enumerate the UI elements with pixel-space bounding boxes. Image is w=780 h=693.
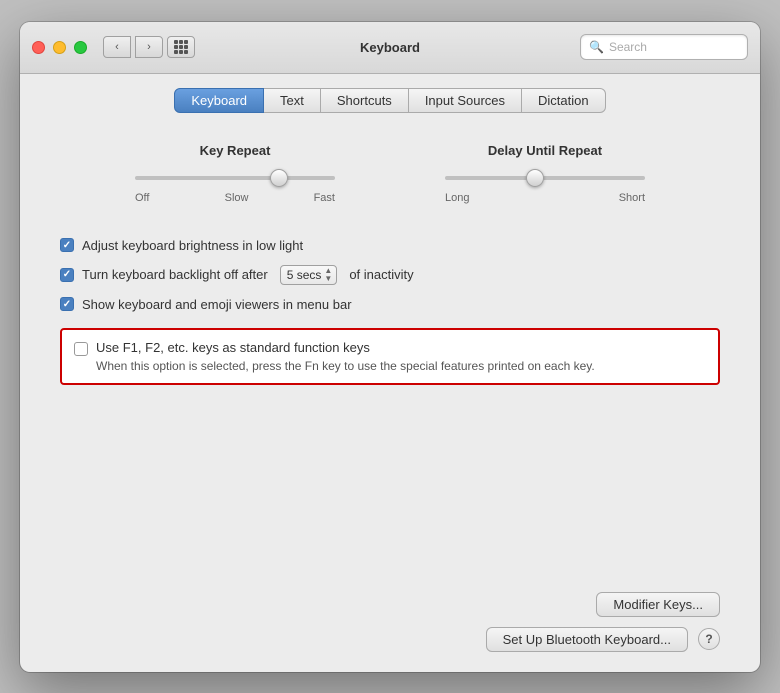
backlight-dropdown[interactable]: 5 secs ▲ ▼ [280,265,338,285]
fn-keys-row: Use F1, F2, etc. keys as standard functi… [74,340,706,373]
dropdown-arrows-icon: ▲ ▼ [324,267,332,283]
brightness-checkbox[interactable] [60,238,74,252]
checkboxes-section: Adjust keyboard brightness in low light … [60,238,720,312]
key-repeat-slider-container[interactable] [135,168,335,188]
close-button[interactable] [32,41,45,54]
key-repeat-max-label: Fast [314,192,335,204]
fn-keys-text: Use F1, F2, etc. keys as standard functi… [96,340,595,373]
backlight-row: Turn keyboard backlight off after 5 secs… [60,265,720,285]
maximize-button[interactable] [74,41,87,54]
delay-repeat-thumb[interactable] [526,169,544,187]
key-repeat-mid-label: Slow [225,192,249,204]
key-repeat-group: Key Repeat Off Slow Fast [135,143,335,204]
backlight-label-after: of inactivity [349,267,413,282]
fn-keys-description: When this option is selected, press the … [96,359,595,373]
help-button[interactable]: ? [698,628,720,650]
brightness-row: Adjust keyboard brightness in low light [60,238,720,253]
window-title: Keyboard [360,40,420,55]
grid-icon [174,40,188,54]
traffic-lights [32,41,87,54]
tab-dictation[interactable]: Dictation [522,88,606,113]
minimize-button[interactable] [53,41,66,54]
grid-button[interactable] [167,36,195,58]
nav-buttons: ‹ › [103,36,163,58]
bottom-buttons: Modifier Keys... Set Up Bluetooth Keyboa… [60,592,720,652]
delay-repeat-slider-container[interactable] [445,168,645,188]
delay-repeat-sublabels: Long Short [445,192,645,204]
tab-text[interactable]: Text [264,88,321,113]
tab-shortcuts[interactable]: Shortcuts [321,88,409,113]
bluetooth-keyboard-button[interactable]: Set Up Bluetooth Keyboard... [486,627,688,652]
tab-bar: Keyboard Text Shortcuts Input Sources Di… [20,74,760,123]
delay-repeat-group: Delay Until Repeat Long Short [445,143,645,204]
footer-row: Set Up Bluetooth Keyboard... ? [60,627,720,652]
delay-repeat-label: Delay Until Repeat [488,143,602,158]
backlight-checkbox[interactable] [60,268,74,282]
search-box[interactable]: 🔍 [580,34,748,60]
back-button[interactable]: ‹ [103,36,131,58]
keyboard-preferences-window: ‹ › Keyboard 🔍 Keyboard Text Short [20,22,760,672]
key-repeat-label: Key Repeat [200,143,271,158]
back-icon: ‹ [115,41,119,53]
titlebar: ‹ › Keyboard 🔍 [20,22,760,74]
fn-keys-label: Use F1, F2, etc. keys as standard functi… [96,340,595,355]
key-repeat-thumb[interactable] [270,169,288,187]
fn-keys-box: Use F1, F2, etc. keys as standard functi… [60,328,720,385]
brightness-label: Adjust keyboard brightness in low light [82,238,303,253]
fn-keys-checkbox[interactable] [74,342,88,356]
key-repeat-sublabels: Off Slow Fast [135,192,335,204]
emoji-checkbox[interactable] [60,297,74,311]
delay-repeat-track [445,176,645,180]
search-icon: 🔍 [589,40,604,54]
delay-repeat-min-label: Long [445,192,469,204]
forward-button[interactable]: › [135,36,163,58]
key-repeat-min-label: Off [135,192,149,204]
key-repeat-track [135,176,335,180]
tab-keyboard[interactable]: Keyboard [174,88,264,113]
forward-icon: › [147,41,151,53]
tab-input-sources[interactable]: Input Sources [409,88,522,113]
delay-repeat-max-label: Short [619,192,645,204]
modifier-keys-button[interactable]: Modifier Keys... [596,592,720,617]
main-content: Key Repeat Off Slow Fast Delay Until Rep… [20,123,760,672]
sliders-section: Key Repeat Off Slow Fast Delay Until Rep… [60,133,720,214]
backlight-dropdown-value: 5 secs [287,268,322,282]
emoji-row: Show keyboard and emoji viewers in menu … [60,297,720,312]
backlight-label-before: Turn keyboard backlight off after [82,267,268,282]
emoji-label: Show keyboard and emoji viewers in menu … [82,297,352,312]
search-input[interactable] [609,40,739,54]
